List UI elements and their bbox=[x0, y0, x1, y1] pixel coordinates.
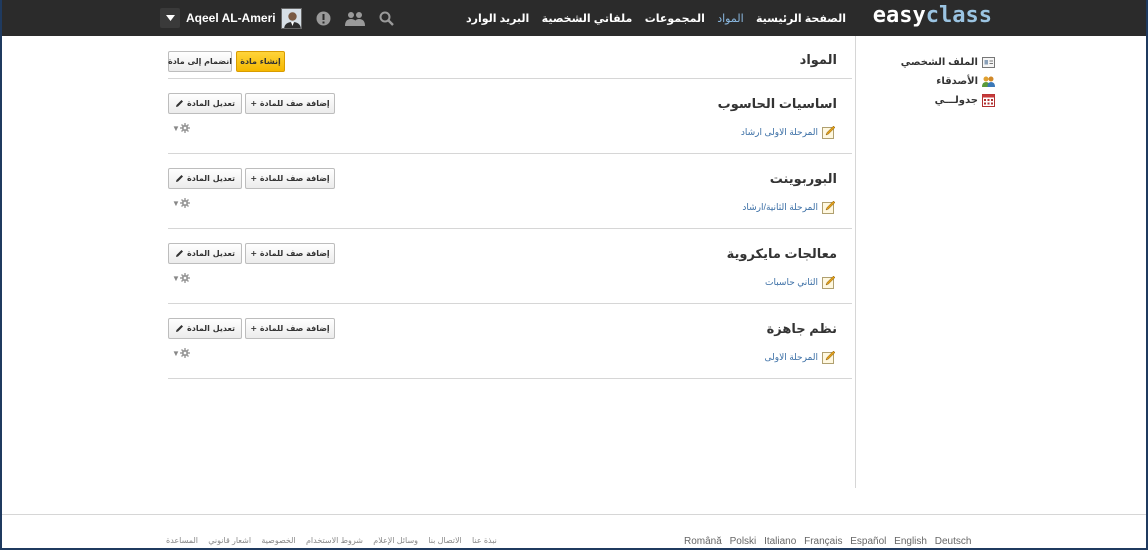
gear-icon bbox=[179, 198, 190, 208]
nav-inbox[interactable]: البريد الوارد bbox=[466, 12, 529, 25]
class-pencil-icon bbox=[822, 200, 836, 214]
course-title[interactable]: نظم جاهزة bbox=[767, 321, 837, 337]
footer-link-contact[interactable]: الاتصال بنا bbox=[428, 536, 462, 545]
class-link[interactable]: المرحلة الثانية/ارشاد bbox=[742, 200, 836, 214]
courses-header: المواد انضمام إلى مادة إنشاء مادة bbox=[168, 36, 852, 79]
join-course-button[interactable]: انضمام إلى مادة bbox=[168, 51, 232, 72]
language-link-french[interactable]: Français bbox=[804, 536, 842, 547]
course-row: البوربوينت تعديل المادة + إضافة صف للماد… bbox=[168, 154, 852, 229]
pencil-icon bbox=[175, 325, 183, 332]
profile-card-icon bbox=[982, 56, 995, 69]
caret-down-icon: ▼ bbox=[172, 198, 180, 208]
class-name: الثاني حاسبات bbox=[765, 276, 818, 287]
sidebar: الملف الشخصي الأصدقاء جدولـــي bbox=[855, 36, 1148, 488]
settings-gear[interactable]: ▼ bbox=[172, 123, 190, 133]
caret-down-icon bbox=[165, 15, 175, 21]
footer-links: نبذة عنا الاتصال بنا وسائل الإعلام شروط … bbox=[158, 536, 497, 545]
class-name: المرحلة الاولى bbox=[764, 351, 818, 362]
footer-link-terms[interactable]: شروط الاستخدام bbox=[306, 536, 363, 545]
add-class-button[interactable]: + إضافة صف للمادة bbox=[245, 318, 335, 339]
settings-gear[interactable]: ▼ bbox=[172, 348, 190, 358]
gear-icon bbox=[179, 273, 190, 283]
create-course-button[interactable]: إنشاء مادة bbox=[236, 51, 285, 72]
language-links: Română Polski Italiano Français Español … bbox=[684, 536, 976, 547]
alert-icon[interactable] bbox=[316, 11, 331, 26]
language-link-romanian[interactable]: Română bbox=[684, 536, 722, 547]
footer-link-legal[interactable]: اشعار قانوني bbox=[208, 536, 251, 545]
footer-divider bbox=[2, 514, 1146, 515]
edit-course-button[interactable]: تعديل المادة bbox=[168, 243, 242, 264]
language-link-german[interactable]: Deutsch bbox=[935, 536, 972, 547]
avatar[interactable] bbox=[280, 7, 302, 29]
course-title[interactable]: البوربوينت bbox=[770, 171, 837, 187]
add-class-button[interactable]: + إضافة صف للمادة bbox=[245, 243, 335, 264]
edit-course-button[interactable]: تعديل المادة bbox=[168, 93, 242, 114]
sidebar-item-label: الملف الشخصي bbox=[900, 57, 978, 68]
calendar-icon bbox=[982, 94, 995, 107]
edit-course-label: تعديل المادة bbox=[186, 249, 235, 258]
class-name: المرحلة الاولى ارشاد bbox=[740, 126, 818, 137]
language-link-polish[interactable]: Polski bbox=[730, 536, 757, 547]
class-name: المرحلة الثانية/ارشاد bbox=[742, 201, 818, 212]
class-link[interactable]: المرحلة الاولى ارشاد bbox=[741, 125, 836, 139]
class-pencil-icon bbox=[822, 350, 836, 364]
edit-course-label: تعديل المادة bbox=[186, 174, 235, 183]
course-row: نظم جاهزة تعديل المادة + إضافة صف للمادة… bbox=[168, 304, 852, 379]
search-icon[interactable] bbox=[379, 11, 394, 26]
nav-home[interactable]: الصفحة الرئيسية bbox=[756, 12, 846, 25]
friends-requests-icon[interactable] bbox=[344, 11, 365, 26]
top-navbar: easyclass الصفحة الرئيسية المواد المجموع… bbox=[2, 0, 1146, 36]
add-class-button[interactable]: + إضافة صف للمادة bbox=[245, 93, 335, 114]
brand-logo-part1: easy bbox=[872, 3, 926, 28]
edit-course-button[interactable]: تعديل المادة bbox=[168, 168, 242, 189]
sidebar-item-label: جدولـــي bbox=[934, 95, 978, 106]
footer-link-privacy[interactable]: الخصوصية bbox=[261, 536, 295, 545]
sidebar-item-profile[interactable]: الملف الشخصي bbox=[901, 53, 995, 72]
pencil-icon bbox=[175, 175, 183, 182]
sidebar-item-schedule[interactable]: جدولـــي bbox=[901, 91, 995, 110]
edit-course-label: تعديل المادة bbox=[186, 99, 235, 108]
page-title: المواد bbox=[799, 52, 837, 67]
main-nav: الصفحة الرئيسية المواد المجموعات ملفاتي … bbox=[457, 11, 846, 25]
class-link[interactable]: الثاني حاسبات bbox=[765, 275, 836, 289]
gear-icon bbox=[179, 123, 190, 133]
course-row: اساسيات الحاسوب تعديل المادة + إضافة صف … bbox=[168, 79, 852, 154]
nav-groups[interactable]: المجموعات bbox=[645, 12, 705, 25]
footer-link-about[interactable]: نبذة عنا bbox=[472, 536, 497, 545]
sidebar-item-friends[interactable]: الأصدقاء bbox=[901, 72, 995, 91]
friends-icon bbox=[982, 75, 995, 88]
caret-down-icon: ▼ bbox=[172, 273, 180, 283]
edit-course-button[interactable]: تعديل المادة bbox=[168, 318, 242, 339]
settings-gear[interactable]: ▼ bbox=[172, 198, 190, 208]
course-row: معالجات مايكروية تعديل المادة + إضافة صف… bbox=[168, 229, 852, 304]
sidebar-item-label: الأصدقاء bbox=[936, 76, 978, 87]
nav-courses[interactable]: المواد bbox=[717, 12, 743, 25]
footer-link-help[interactable]: المساعدة bbox=[166, 536, 198, 545]
brand-logo-part2: class bbox=[925, 3, 992, 28]
language-link-italian[interactable]: Italiano bbox=[764, 536, 796, 547]
gear-icon bbox=[179, 348, 190, 358]
footer-link-media[interactable]: وسائل الإعلام bbox=[373, 536, 418, 545]
language-link-english[interactable]: English bbox=[894, 536, 927, 547]
pencil-icon bbox=[175, 100, 183, 107]
class-pencil-icon bbox=[822, 275, 836, 289]
courses-panel: المواد انضمام إلى مادة إنشاء مادة اساسيا… bbox=[168, 36, 852, 379]
pencil-icon bbox=[175, 250, 183, 257]
avatar-photo bbox=[281, 8, 301, 28]
nav-my-files[interactable]: ملفاتي الشخصية bbox=[542, 12, 633, 25]
class-link[interactable]: المرحلة الاولى bbox=[764, 350, 836, 364]
user-menu-button[interactable] bbox=[160, 8, 180, 28]
course-title[interactable]: اساسيات الحاسوب bbox=[718, 96, 837, 112]
user-area: Aqeel AL-Ameri bbox=[160, 7, 394, 29]
add-class-button[interactable]: + إضافة صف للمادة bbox=[245, 168, 335, 189]
caret-down-icon: ▼ bbox=[172, 348, 180, 358]
caret-down-icon: ▼ bbox=[172, 123, 180, 133]
username[interactable]: Aqeel AL-Ameri bbox=[186, 11, 276, 25]
course-title[interactable]: معالجات مايكروية bbox=[727, 246, 837, 262]
class-pencil-icon bbox=[822, 125, 836, 139]
brand-logo[interactable]: easyclass bbox=[873, 3, 992, 28]
language-link-spanish[interactable]: Español bbox=[850, 536, 886, 547]
settings-gear[interactable]: ▼ bbox=[172, 273, 190, 283]
edit-course-label: تعديل المادة bbox=[186, 324, 235, 333]
